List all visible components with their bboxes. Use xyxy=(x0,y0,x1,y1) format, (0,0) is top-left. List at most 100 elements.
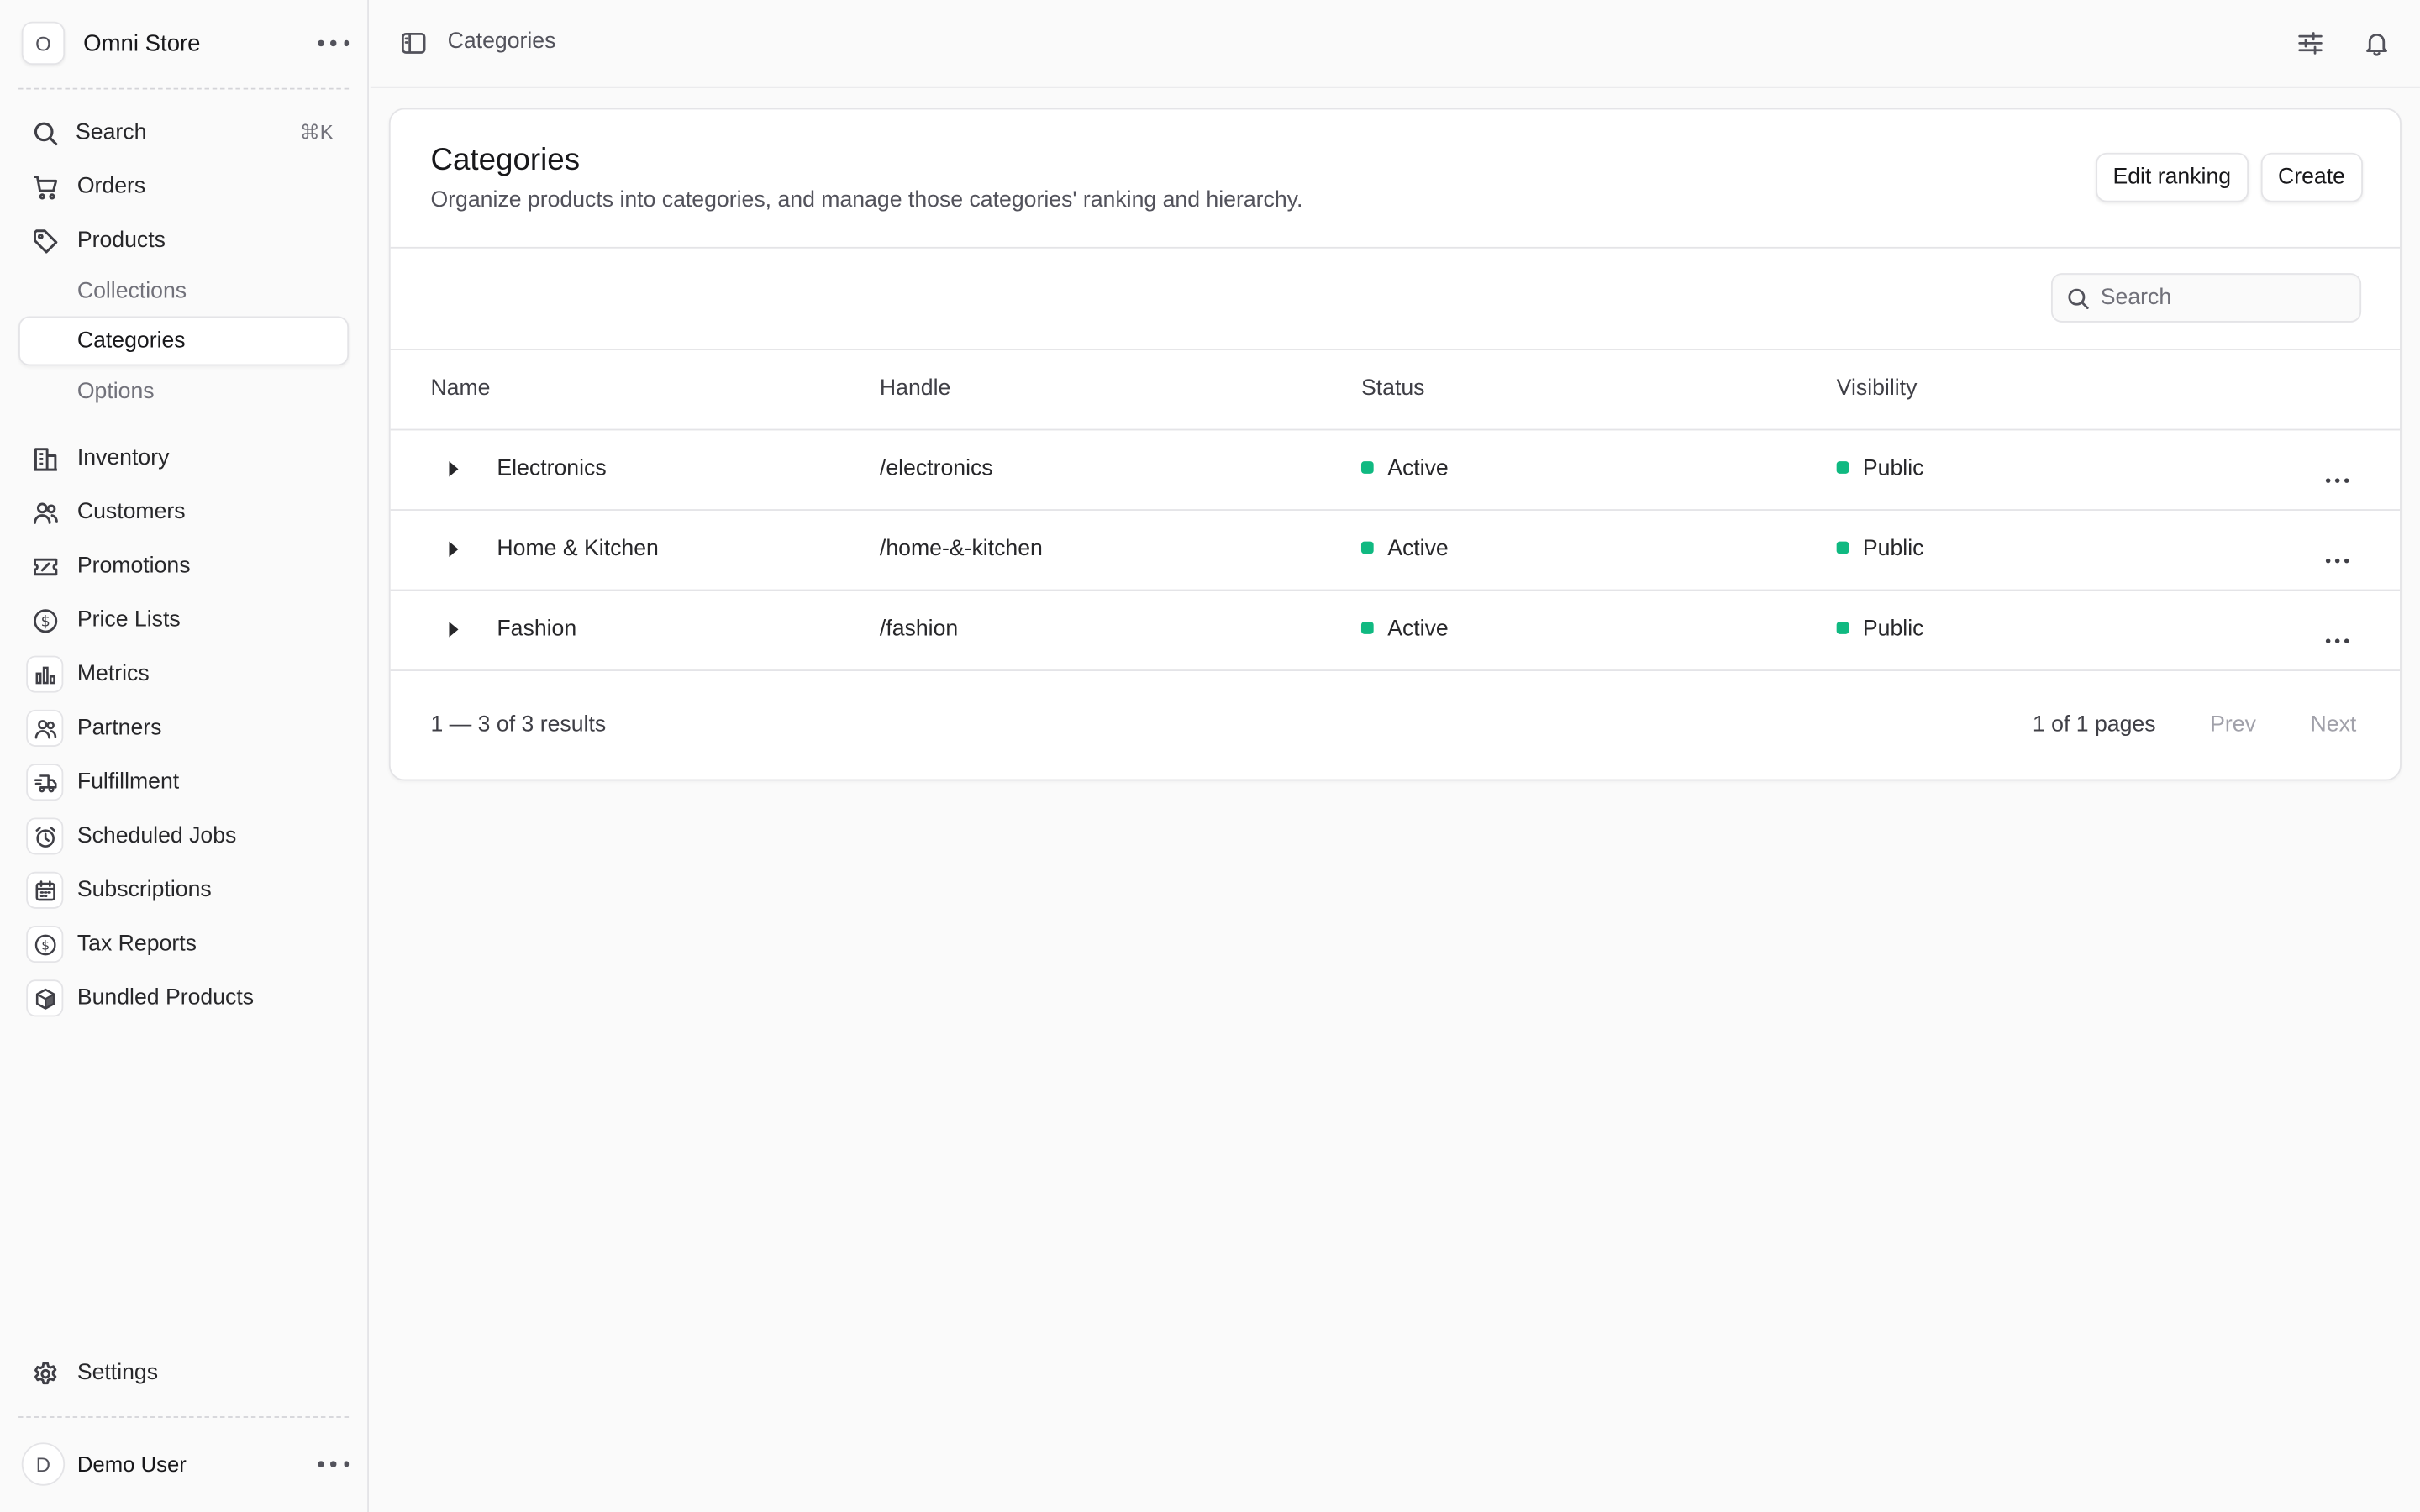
table-row[interactable]: Home & Kitchen /home-&-kitchen Active Pu… xyxy=(391,511,2400,591)
create-button[interactable]: Create xyxy=(2260,152,2363,202)
table-row[interactable]: Fashion /fashion Active Public xyxy=(391,591,2400,671)
category-name: Electronics xyxy=(497,456,607,482)
sidebar-item-label: Metrics xyxy=(76,661,150,687)
dollar-circle-icon: $ xyxy=(26,926,64,963)
expand-caret-icon[interactable] xyxy=(449,622,459,638)
sidebar-item-tax-reports[interactable]: $ Tax Reports xyxy=(18,920,349,969)
tag-icon xyxy=(31,227,59,255)
users-icon xyxy=(31,498,59,526)
status-dot xyxy=(1360,461,1374,474)
column-header-handle[interactable]: Handle xyxy=(880,376,950,401)
store-menu-icon[interactable] xyxy=(318,31,350,55)
category-handle: /electronics xyxy=(879,456,993,482)
prev-button[interactable]: Prev xyxy=(2210,713,2256,738)
sidebar-item-label: Bundled Products xyxy=(76,985,255,1011)
category-name: Home & Kitchen xyxy=(497,537,659,562)
sidebar-item-fulfillment[interactable]: Fulfillment xyxy=(18,758,349,807)
sidebar-item-promotions[interactable]: Promotions xyxy=(18,542,349,591)
sidebar-item-label: Customers xyxy=(76,500,186,525)
sidebar-item-subscriptions[interactable]: Subscriptions xyxy=(18,865,349,915)
sidebar-item-scheduled-jobs[interactable]: Scheduled Jobs xyxy=(18,811,349,861)
expand-caret-icon[interactable] xyxy=(449,541,459,558)
sidebar-item-label: Promotions xyxy=(76,554,191,579)
search-field[interactable] xyxy=(2050,273,2362,323)
column-header-status[interactable]: Status xyxy=(1361,376,1425,401)
status-badge: Active xyxy=(1360,617,1449,643)
truck-icon xyxy=(26,764,64,801)
sidebar-item-partners[interactable]: Partners xyxy=(18,704,349,753)
building-icon xyxy=(31,444,59,472)
page-description: Organize products into categories, and m… xyxy=(430,188,1303,213)
visibility-badge: Public xyxy=(1836,456,1924,482)
category-name: Fashion xyxy=(497,617,577,643)
sidebar-search-label: Search xyxy=(75,120,147,145)
sidebar-item-label: Partners xyxy=(76,716,162,741)
divider xyxy=(18,1416,350,1418)
table-row[interactable]: Electronics /electronics Active Public xyxy=(391,430,2400,511)
sidebar-item-label: Fulfillment xyxy=(76,769,180,795)
row-actions-icon[interactable] xyxy=(2325,628,2349,653)
sidebar-item-categories[interactable]: Categories xyxy=(18,316,350,366)
user-menu[interactable]: D Demo User xyxy=(21,1442,350,1486)
sidebar-item-settings[interactable]: Settings xyxy=(18,1348,349,1398)
edit-ranking-button[interactable]: Edit ranking xyxy=(2096,152,2249,202)
divider xyxy=(18,87,350,90)
sidebar-item-label: Orders xyxy=(76,174,146,199)
sidebar-item-options[interactable]: Options xyxy=(18,367,349,417)
status-badge: Active xyxy=(1360,456,1449,482)
store-switcher[interactable]: O Omni Store xyxy=(21,21,350,66)
visibility-dot xyxy=(1836,622,1849,634)
visibility-badge: Public xyxy=(1836,617,1924,643)
sidebar-item-collections[interactable]: Collections xyxy=(18,267,349,317)
gear-icon xyxy=(31,1359,59,1387)
store-name: Omni Store xyxy=(83,29,201,57)
sidebar-item-inventory[interactable]: Inventory xyxy=(18,433,349,483)
sidebar-item-customers[interactable]: Customers xyxy=(18,487,349,537)
alarm-clock-icon xyxy=(26,817,64,855)
sidebar-item-price-lists[interactable]: $ Price Lists xyxy=(18,596,349,645)
sidebar-item-metrics[interactable]: Metrics xyxy=(18,649,349,699)
sidebar-item-bundled-products[interactable]: Bundled Products xyxy=(18,974,349,1023)
visibility-text: Public xyxy=(1862,456,1924,482)
store-avatar: O xyxy=(21,21,66,66)
sidebar: O Omni Store Search ⌘K Orders Products C… xyxy=(0,0,369,1512)
visibility-text: Public xyxy=(1862,617,1924,643)
status-dot xyxy=(1360,541,1374,554)
sidebar-item-label: Price Lists xyxy=(76,607,181,633)
expand-caret-icon[interactable] xyxy=(449,461,459,477)
avatar: D xyxy=(21,1442,66,1486)
svg-text:$: $ xyxy=(40,613,50,630)
search-input[interactable] xyxy=(2100,285,2348,311)
page-title: Categories xyxy=(430,143,581,178)
status-text: Active xyxy=(1387,617,1449,643)
search-shortcut: ⌘K xyxy=(299,120,334,144)
status-dot xyxy=(1360,622,1374,634)
search-icon xyxy=(2068,287,2089,309)
sidebar-search[interactable]: Search ⌘K xyxy=(18,108,349,158)
next-button[interactable]: Next xyxy=(2311,713,2357,738)
visibility-dot xyxy=(1836,461,1849,474)
column-header-name[interactable]: Name xyxy=(430,376,490,401)
sidebar-item-label: Settings xyxy=(76,1360,159,1386)
visibility-badge: Public xyxy=(1836,537,1923,562)
visibility-dot xyxy=(1836,541,1849,554)
sidebar-item-products[interactable]: Products xyxy=(18,216,349,265)
users-icon xyxy=(26,709,64,747)
calendar-icon xyxy=(26,871,64,909)
row-actions-icon[interactable] xyxy=(2325,468,2349,492)
status-badge: Active xyxy=(1360,537,1449,562)
sidebar-toggle-icon[interactable] xyxy=(400,29,428,57)
sidebar-item-orders[interactable]: Orders xyxy=(18,162,349,212)
sliders-icon[interactable] xyxy=(2296,29,2324,57)
ticket-icon xyxy=(31,553,59,580)
user-menu-icon[interactable] xyxy=(318,1452,350,1476)
cart-icon xyxy=(31,173,59,201)
cube-icon xyxy=(26,979,64,1017)
column-header-visibility[interactable]: Visibility xyxy=(1837,376,1918,401)
status-text: Active xyxy=(1387,456,1449,482)
breadcrumb[interactable]: Categories xyxy=(448,29,556,54)
categories-card: Categories Organize products into catego… xyxy=(388,108,2402,781)
bell-icon[interactable] xyxy=(2363,29,2391,57)
row-actions-icon[interactable] xyxy=(2325,548,2349,572)
dollar-circle-icon: $ xyxy=(31,606,59,634)
